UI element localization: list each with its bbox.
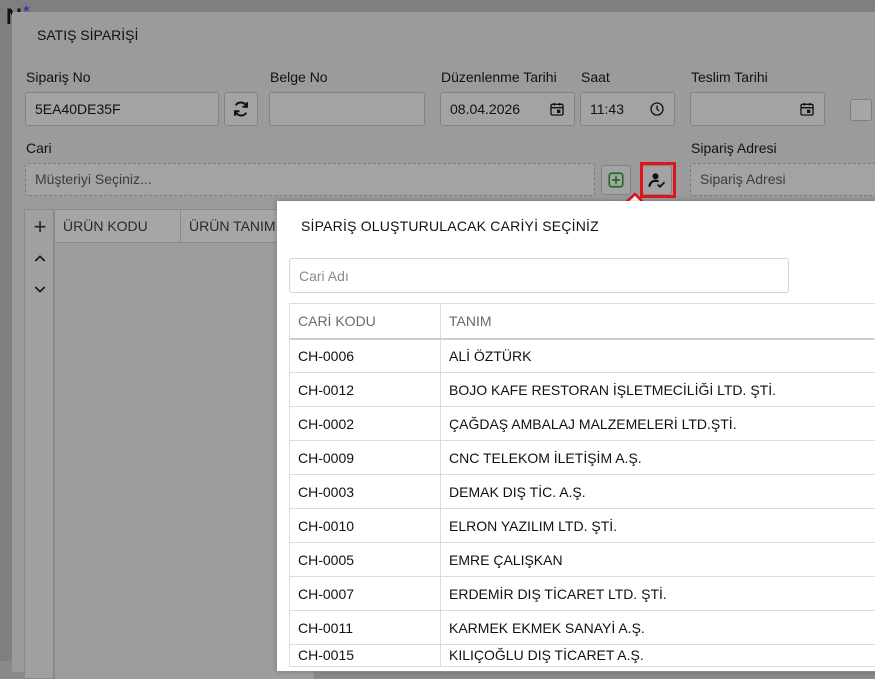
table-header-row: CARİ KODU TANIM [290, 304, 875, 339]
refresh-button[interactable] [224, 92, 258, 126]
customer-code-cell: CH-0007 [290, 577, 441, 611]
clock-icon[interactable] [649, 101, 665, 117]
customer-name-cell: ALİ ÖZTÜRK [441, 339, 875, 373]
customer-code-cell: CH-0003 [290, 475, 441, 509]
delivery-date-field[interactable] [690, 92, 825, 126]
move-down-button[interactable] [30, 280, 50, 303]
customer-table: CARİ KODU TANIM CH-0006ALİ ÖZTÜRKCH-0012… [289, 303, 875, 667]
customer-code-cell: CH-0015 [290, 645, 441, 667]
table-row[interactable]: CH-0009CNC TELEKOM İLETİŞİM A.Ş. [290, 441, 875, 475]
grid-header: ÜRÜN KODU ÜRÜN TANIMI [54, 209, 314, 243]
customer-name-cell: EMRE ÇALIŞKAN [441, 543, 875, 577]
time-label: Saat [581, 69, 610, 85]
dialog-title: SATIŞ SİPARİŞİ [37, 27, 138, 43]
customer-code-cell: CH-0005 [290, 543, 441, 577]
table-row[interactable]: CH-0005EMRE ÇALIŞKAN [290, 543, 875, 577]
time-field[interactable]: 11:43 [580, 92, 675, 126]
table-row[interactable]: CH-0015KILIÇOĞLU DIŞ TİCARET A.Ş. [290, 645, 875, 667]
customer-code-cell: CH-0006 [290, 339, 441, 373]
customer-code-cell: CH-0012 [290, 373, 441, 407]
customer-name-cell: ERDEMİR DIŞ TİCARET LTD. ŞTİ. [441, 577, 875, 611]
add-customer-button[interactable] [601, 165, 631, 195]
document-no-label: Belge No [270, 69, 328, 85]
document-no-field[interactable] [269, 92, 425, 126]
grid-body [54, 243, 314, 679]
customer-name-cell: ÇAĞDAŞ AMBALAJ MALZEMELERİ LTD.ŞTİ. [441, 407, 875, 441]
refresh-icon [232, 100, 250, 118]
customer-name-cell: KILIÇOĞLU DIŞ TİCARET A.Ş. [441, 645, 875, 667]
issue-date-label: Düzenlenme Tarihi [441, 69, 557, 85]
column-product-code[interactable]: ÜRÜN KODU [55, 210, 181, 244]
plus-square-icon [607, 171, 625, 189]
table-row[interactable]: CH-0002ÇAĞDAŞ AMBALAJ MALZEMELERİ LTD.ŞT… [290, 407, 875, 441]
table-row[interactable]: CH-0006ALİ ÖZTÜRK [290, 339, 875, 373]
table-row[interactable]: CH-0011KARMEK EKMEK SANAYİ A.Ş. [290, 611, 875, 645]
move-up-button[interactable] [30, 250, 50, 273]
add-row-button[interactable]: + [30, 214, 50, 240]
table-row[interactable]: CH-0010ELRON YAZILIM LTD. ŞTİ. [290, 509, 875, 543]
calendar-icon[interactable] [799, 101, 815, 117]
chevron-down-icon [32, 281, 48, 297]
table-row[interactable]: CH-0012BOJO KAFE RESTORAN İŞLETMECİLİĞİ … [290, 373, 875, 407]
order-no-field[interactable]: 5EA40DE35F [25, 92, 219, 126]
order-address-field[interactable]: Sipariş Adresi [690, 163, 875, 196]
customer-code-cell: CH-0009 [290, 441, 441, 475]
customer-name-cell: CNC TELEKOM İLETİŞİM A.Ş. [441, 441, 875, 475]
customer-label: Cari [26, 140, 52, 156]
customer-code-cell: CH-0011 [290, 611, 441, 645]
chevron-up-icon [32, 251, 48, 267]
column-customer-name[interactable]: TANIM [441, 304, 875, 339]
issue-date-value: 08.04.2026 [450, 101, 520, 117]
customer-select-modal: SİPARİŞ OLUŞTURULACAK CARİYİ SEÇİNİZ CAR… [277, 201, 875, 671]
calendar-icon[interactable] [549, 101, 565, 117]
order-address-label: Sipariş Adresi [691, 140, 777, 156]
customer-name-cell: DEMAK DIŞ TİC. A.Ş. [441, 475, 875, 509]
customer-name-cell: KARMEK EKMEK SANAYİ A.Ş. [441, 611, 875, 645]
checkbox[interactable] [850, 99, 872, 121]
customer-search-input[interactable] [289, 258, 789, 293]
customer-field[interactable]: Müşteriyi Seçiniz... [25, 163, 595, 196]
column-customer-code[interactable]: CARİ KODU [290, 304, 441, 339]
order-no-label: Sipariş No [26, 69, 91, 85]
table-row[interactable]: CH-0003DEMAK DIŞ TİC. A.Ş. [290, 475, 875, 509]
customer-code-cell: CH-0002 [290, 407, 441, 441]
customer-name-cell: BOJO KAFE RESTORAN İŞLETMECİLİĞİ LTD. ŞT… [441, 373, 875, 407]
customer-code-cell: CH-0010 [290, 509, 441, 543]
time-value: 11:43 [590, 101, 624, 117]
delivery-date-label: Teslim Tarihi [691, 69, 768, 85]
customer-name-cell: ELRON YAZILIM LTD. ŞTİ. [441, 509, 875, 543]
modal-title: SİPARİŞ OLUŞTURULACAK CARİYİ SEÇİNİZ [301, 218, 599, 234]
issue-date-field[interactable]: 08.04.2026 [440, 92, 575, 126]
grid-side-toolbar: + [24, 209, 54, 679]
table-row[interactable]: CH-0007ERDEMİR DIŞ TİCARET LTD. ŞTİ. [290, 577, 875, 611]
